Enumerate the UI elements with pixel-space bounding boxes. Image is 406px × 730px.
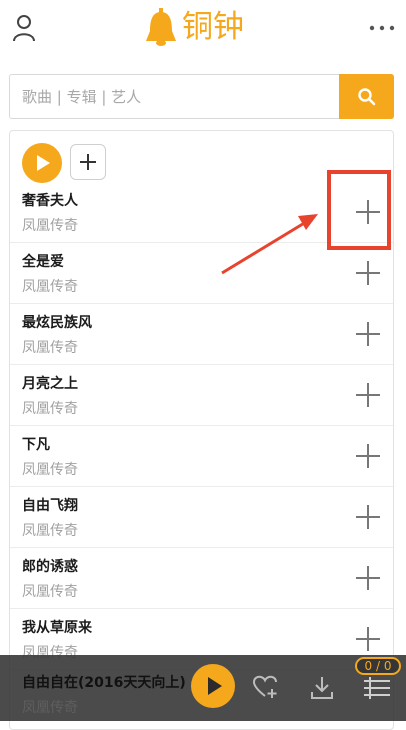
play-all-button[interactable] (22, 143, 62, 183)
add-song-icon[interactable] (355, 443, 381, 469)
bell-logo-icon (146, 8, 176, 46)
search-button[interactable] (339, 74, 394, 119)
song-title: 奢香夫人 (22, 193, 78, 209)
song-title: 下凡 (22, 437, 50, 453)
add-song-icon[interactable] (355, 260, 381, 286)
song-title: 我从草原来 (22, 620, 92, 636)
song-title: 全是爱 (22, 254, 64, 270)
list-item[interactable]: 下凡 凤凰传奇 (10, 426, 393, 487)
add-song-icon[interactable] (355, 321, 381, 347)
add-song-icon[interactable] (355, 504, 381, 530)
app-name: 铜钟 (182, 8, 244, 45)
add-all-button[interactable] (70, 144, 106, 180)
song-artist: 凤凰传奇 (22, 401, 78, 417)
search-bar (9, 74, 394, 119)
song-title: 最炫民族风 (22, 315, 92, 331)
more-icon[interactable] (368, 24, 396, 32)
song-title: 月亮之上 (22, 376, 78, 392)
song-artist: 凤凰传奇 (22, 340, 78, 356)
song-title: 自由飞翔 (22, 498, 78, 514)
list-item[interactable]: 月亮之上 凤凰传奇 (10, 365, 393, 426)
now-playing-title: 自由自在(2016天天向上) (22, 675, 186, 691)
song-title: 郎的诱惑 (22, 559, 78, 575)
app-logo: 铜钟 (144, 4, 244, 50)
download-icon[interactable] (309, 675, 335, 701)
list-item[interactable]: 郎的诱惑 凤凰传奇 (10, 548, 393, 609)
app-header: 铜钟 (0, 0, 406, 60)
add-song-icon[interactable] (355, 626, 381, 652)
list-item[interactable]: 最炫民族风 凤凰传奇 (10, 304, 393, 365)
song-artist: 凤凰传奇 (22, 462, 78, 478)
add-song-icon[interactable] (355, 382, 381, 408)
favorite-add-icon[interactable] (252, 675, 278, 699)
play-button[interactable] (191, 664, 235, 708)
list-item[interactable]: 自由飞翔 凤凰传奇 (10, 487, 393, 548)
queue-count-badge: 0 / 0 (355, 657, 401, 675)
user-icon[interactable] (12, 14, 36, 42)
search-icon (357, 87, 375, 105)
now-playing-artist: 凤凰传奇 (22, 700, 78, 716)
add-song-icon[interactable] (355, 565, 381, 591)
plus-icon (80, 154, 96, 170)
annotation-highlight-box (327, 170, 391, 250)
song-artist: 凤凰传奇 (22, 218, 78, 234)
playlist-icon[interactable] (362, 675, 392, 701)
search-input[interactable] (10, 75, 340, 118)
song-artist: 凤凰传奇 (22, 279, 78, 295)
song-artist: 凤凰传奇 (22, 523, 78, 539)
song-artist: 凤凰传奇 (22, 584, 78, 600)
list-item[interactable]: 全是爱 凤凰传奇 (10, 243, 393, 304)
song-list: 奢香夫人 凤凰传奇 全是爱 凤凰传奇 最炫民族风 凤凰传奇 月亮之上 凤凰传奇 … (10, 182, 393, 670)
